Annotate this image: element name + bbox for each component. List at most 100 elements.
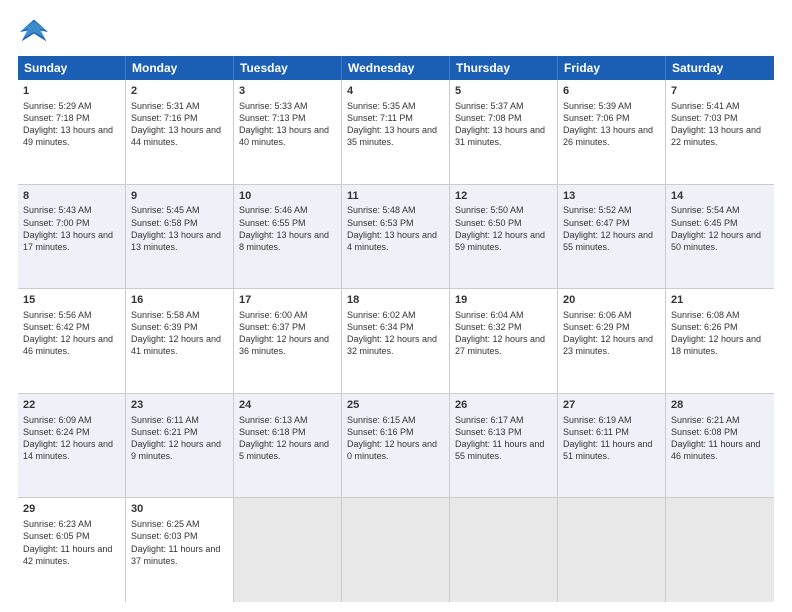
day-info: Sunrise: 6:02 AMSunset: 6:34 PMDaylight:… [347,310,437,356]
day-info: Sunrise: 5:41 AMSunset: 7:03 PMDaylight:… [671,101,761,147]
calendar-cell-r1-c5: 13Sunrise: 5:52 AMSunset: 6:47 PMDayligh… [558,185,666,289]
day-number: 9 [131,189,228,204]
calendar-header: Sunday Monday Tuesday Wednesday Thursday… [18,56,774,80]
calendar-cell-r4-c1: 30 Sunrise: 6:25 AMSunset: 6:03 PMDayligh… [126,498,234,602]
calendar-cell-r1-c1: 9Sunrise: 5:45 AMSunset: 6:58 PMDaylight… [126,185,234,289]
day-number: 18 [347,293,444,308]
day-info: Sunrise: 6:04 AMSunset: 6:32 PMDaylight:… [455,310,545,356]
day-number: 1 [23,84,120,99]
calendar-cell-r0-c1: 2 Sunrise: 5:31 AMSunset: 7:16 PMDaylight… [126,80,234,184]
calendar-cell-r2-c4: 19 Sunrise: 6:04 AMSunset: 6:32 PMDayligh… [450,289,558,393]
day-info: Sunrise: 6:06 AMSunset: 6:29 PMDaylight:… [563,310,653,356]
calendar-cell-r1-c0: 8Sunrise: 5:43 AMSunset: 7:00 PMDaylight… [18,185,126,289]
calendar-cell-r0-c3: 4 Sunrise: 5:35 AMSunset: 7:11 PMDaylight… [342,80,450,184]
day-info: Sunrise: 5:46 AMSunset: 6:55 PMDaylight:… [239,205,329,251]
day-number: 25 [347,398,444,413]
day-info: Sunrise: 6:11 AMSunset: 6:21 PMDaylight:… [131,415,221,461]
calendar-body: 1Sunrise: 5:29 AMSunset: 7:18 PMDaylight… [18,80,774,602]
day-info: Sunrise: 6:21 AMSunset: 6:08 PMDaylight:… [671,415,760,461]
day-info: Sunrise: 5:35 AMSunset: 7:11 PMDaylight:… [347,101,437,147]
day-info: Sunrise: 5:31 AMSunset: 7:16 PMDaylight:… [131,101,221,147]
day-info: Sunrise: 5:50 AMSunset: 6:50 PMDaylight:… [455,205,545,251]
calendar-cell-r2-c0: 15Sunrise: 5:56 AMSunset: 6:42 PMDayligh… [18,289,126,393]
day-number: 17 [239,293,336,308]
calendar-cell-r3-c3: 25 Sunrise: 6:15 AMSunset: 6:16 PMDayligh… [342,394,450,498]
calendar-cell-r2-c1: 16 Sunrise: 5:58 AMSunset: 6:39 PMDayligh… [126,289,234,393]
day-info: Sunrise: 6:00 AMSunset: 6:37 PMDaylight:… [239,310,329,356]
calendar-cell-r1-c4: 12Sunrise: 5:50 AMSunset: 6:50 PMDayligh… [450,185,558,289]
calendar-cell-r3-c6: 28 Sunrise: 6:21 AMSunset: 6:08 PMDayligh… [666,394,774,498]
weekday-sunday: Sunday [18,56,126,80]
weekday-saturday: Saturday [666,56,774,80]
calendar-cell-r4-c6 [666,498,774,602]
calendar-cell-r2-c2: 17 Sunrise: 6:00 AMSunset: 6:37 PMDayligh… [234,289,342,393]
weekday-wednesday: Wednesday [342,56,450,80]
calendar-row-3: 22 Sunrise: 6:09 AMSunset: 6:24 PMDayligh… [18,394,774,499]
calendar: Sunday Monday Tuesday Wednesday Thursday… [18,56,774,602]
day-info: Sunrise: 6:08 AMSunset: 6:26 PMDaylight:… [671,310,761,356]
calendar-cell-r0-c5: 6 Sunrise: 5:39 AMSunset: 7:06 PMDaylight… [558,80,666,184]
day-info: Sunrise: 6:23 AMSunset: 6:05 PMDaylight:… [23,519,112,565]
calendar-cell-r4-c2 [234,498,342,602]
day-number: 4 [347,84,444,99]
calendar-cell-r4-c3 [342,498,450,602]
header [18,18,774,46]
calendar-cell-r2-c6: 21 Sunrise: 6:08 AMSunset: 6:26 PMDayligh… [666,289,774,393]
day-number: 8 [23,189,120,204]
calendar-cell-r4-c5 [558,498,666,602]
day-number: 5 [455,84,552,99]
day-info: Sunrise: 5:43 AMSunset: 7:00 PMDaylight:… [23,205,113,251]
day-number: 26 [455,398,552,413]
day-number: 3 [239,84,336,99]
day-info: Sunrise: 6:15 AMSunset: 6:16 PMDaylight:… [347,415,437,461]
calendar-cell-r3-c4: 26Sunrise: 6:17 AMSunset: 6:13 PMDayligh… [450,394,558,498]
calendar-cell-r0-c6: 7 Sunrise: 5:41 AMSunset: 7:03 PMDaylight… [666,80,774,184]
calendar-cell-r0-c2: 3 Sunrise: 5:33 AMSunset: 7:13 PMDaylight… [234,80,342,184]
day-number: 23 [131,398,228,413]
logo-icon [18,18,50,46]
day-info: Sunrise: 6:13 AMSunset: 6:18 PMDaylight:… [239,415,329,461]
calendar-cell-r0-c0: 1Sunrise: 5:29 AMSunset: 7:18 PMDaylight… [18,80,126,184]
day-number: 29 [23,502,120,517]
weekday-tuesday: Tuesday [234,56,342,80]
calendar-cell-r3-c5: 27Sunrise: 6:19 AMSunset: 6:11 PMDayligh… [558,394,666,498]
logo [18,18,54,46]
calendar-cell-r3-c1: 23 Sunrise: 6:11 AMSunset: 6:21 PMDayligh… [126,394,234,498]
day-number: 20 [563,293,660,308]
day-number: 19 [455,293,552,308]
calendar-cell-r2-c5: 20 Sunrise: 6:06 AMSunset: 6:29 PMDayligh… [558,289,666,393]
day-number: 21 [671,293,769,308]
day-number: 12 [455,189,552,204]
day-info: Sunrise: 5:39 AMSunset: 7:06 PMDaylight:… [563,101,653,147]
calendar-cell-r3-c0: 22 Sunrise: 6:09 AMSunset: 6:24 PMDayligh… [18,394,126,498]
calendar-cell-r4-c0: 29 Sunrise: 6:23 AMSunset: 6:05 PMDayligh… [18,498,126,602]
day-number: 7 [671,84,769,99]
day-info: Sunrise: 5:52 AMSunset: 6:47 PMDaylight:… [563,205,653,251]
day-info: Sunrise: 5:45 AMSunset: 6:58 PMDaylight:… [131,205,221,251]
day-number: 2 [131,84,228,99]
day-number: 13 [563,189,660,204]
day-info: Sunrise: 5:37 AMSunset: 7:08 PMDaylight:… [455,101,545,147]
calendar-cell-r2-c3: 18 Sunrise: 6:02 AMSunset: 6:34 PMDayligh… [342,289,450,393]
calendar-cell-r1-c6: 14Sunrise: 5:54 AMSunset: 6:45 PMDayligh… [666,185,774,289]
weekday-friday: Friday [558,56,666,80]
day-info: Sunrise: 6:25 AMSunset: 6:03 PMDaylight:… [131,519,220,565]
calendar-cell-r4-c4 [450,498,558,602]
day-info: Sunrise: 5:48 AMSunset: 6:53 PMDaylight:… [347,205,437,251]
page: Sunday Monday Tuesday Wednesday Thursday… [0,0,792,612]
day-info: Sunrise: 6:09 AMSunset: 6:24 PMDaylight:… [23,415,113,461]
day-number: 6 [563,84,660,99]
day-info: Sunrise: 6:19 AMSunset: 6:11 PMDaylight:… [563,415,652,461]
day-number: 15 [23,293,120,308]
day-number: 30 [131,502,228,517]
day-number: 22 [23,398,120,413]
calendar-row-0: 1Sunrise: 5:29 AMSunset: 7:18 PMDaylight… [18,80,774,185]
day-number: 16 [131,293,228,308]
day-info: Sunrise: 5:33 AMSunset: 7:13 PMDaylight:… [239,101,329,147]
calendar-cell-r1-c3: 11Sunrise: 5:48 AMSunset: 6:53 PMDayligh… [342,185,450,289]
calendar-row-1: 8Sunrise: 5:43 AMSunset: 7:00 PMDaylight… [18,185,774,290]
weekday-monday: Monday [126,56,234,80]
day-number: 28 [671,398,769,413]
calendar-cell-r0-c4: 5 Sunrise: 5:37 AMSunset: 7:08 PMDaylight… [450,80,558,184]
day-info: Sunrise: 5:58 AMSunset: 6:39 PMDaylight:… [131,310,221,356]
